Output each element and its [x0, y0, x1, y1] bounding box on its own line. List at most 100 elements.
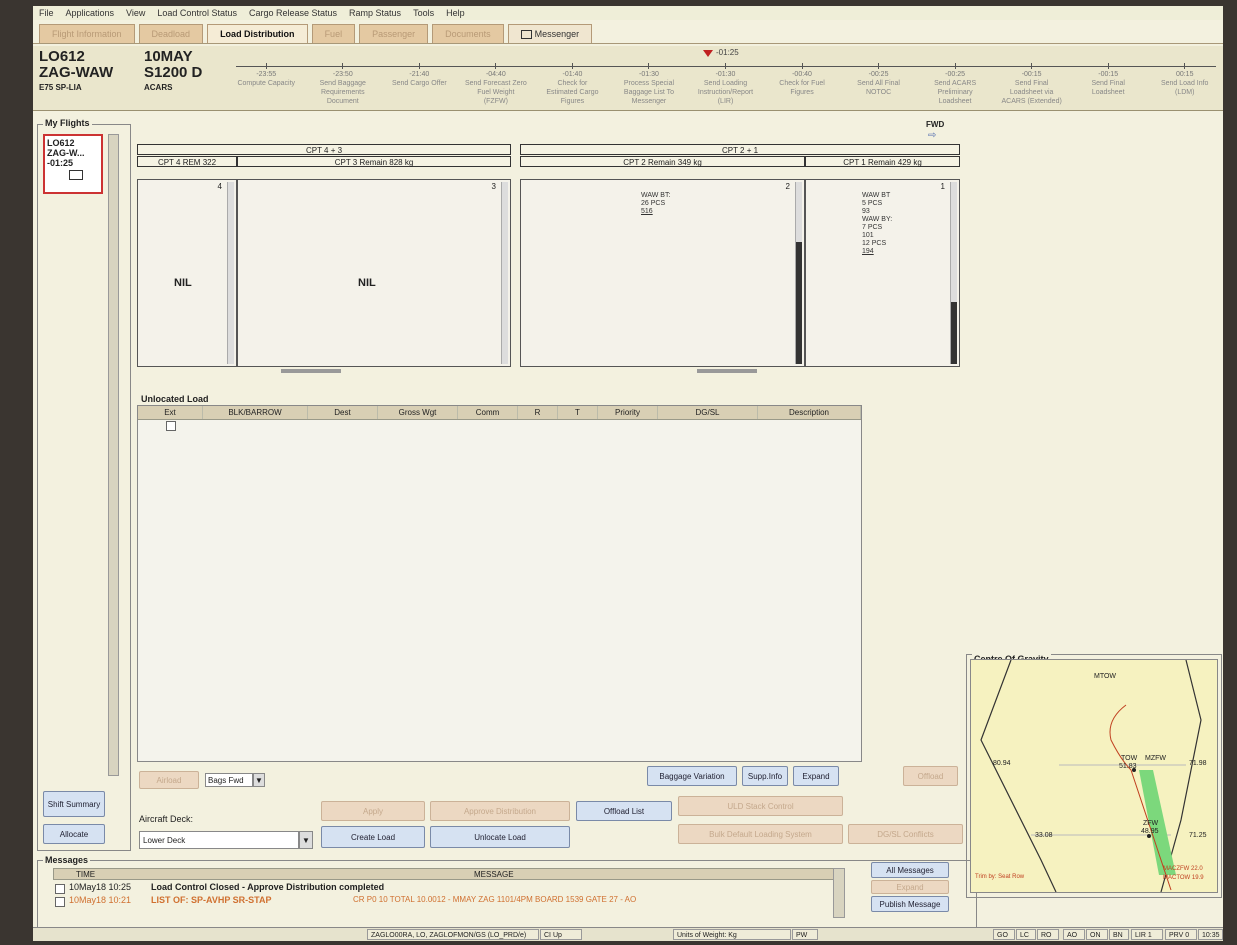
milestone-label: Compute Capacity — [237, 80, 296, 87]
messages-scrollbar[interactable] — [833, 868, 845, 918]
timeline-milestone[interactable]: -00:25 Send All Final NOTOC — [848, 63, 910, 97]
dg-conflicts-button[interactable]: DG/SL Conflicts — [848, 824, 963, 844]
column-header[interactable]: BLK/BARROW — [203, 406, 308, 419]
menu-ramp-status[interactable]: Ramp Status — [349, 8, 401, 18]
fwd-hscroll[interactable] — [697, 369, 757, 373]
hold-3-scrollbar[interactable] — [501, 182, 508, 364]
timeline-milestone[interactable]: -01:40 Check for Estimated Cargo Figures — [541, 63, 603, 106]
menu-file[interactable]: File — [39, 8, 54, 18]
table-row[interactable] — [138, 420, 861, 432]
offload-list-button[interactable]: Offload List — [576, 801, 672, 821]
messages-title: Messages — [43, 855, 91, 865]
menu-help[interactable]: Help — [446, 8, 465, 18]
tab-documents[interactable]: Documents — [432, 24, 504, 43]
hold-2-scrollbar[interactable] — [795, 182, 802, 364]
hold-3[interactable]: 3 NIL — [237, 179, 511, 367]
menu-view[interactable]: View — [126, 8, 145, 18]
airload-button[interactable]: Airload — [139, 771, 199, 789]
hold-1[interactable]: 1 WAW BT 5 PCS 93 WAW BY: 7 PCS 101 12 P… — [805, 179, 960, 367]
allocate-button[interactable]: Allocate — [43, 824, 105, 844]
offload-button[interactable]: Offload — [903, 766, 958, 786]
timeline-milestone[interactable]: -00:15 Send Final Loadsheet — [1077, 63, 1139, 97]
tab-messenger[interactable]: Messenger — [507, 24, 593, 43]
create-load-button[interactable]: Create Load — [321, 826, 425, 848]
column-header[interactable]: Dest — [308, 406, 378, 419]
milestone-label: Send ACARS Preliminary Loadsheet — [934, 80, 977, 105]
deck-select[interactable]: Lower Deck — [139, 831, 299, 849]
supp-info-button[interactable]: Supp.Info — [742, 766, 788, 786]
all-messages-button[interactable]: All Messages — [871, 862, 949, 878]
cpt2-header: CPT 2 Remain 349 kg — [520, 156, 805, 167]
tab-load-distribution[interactable]: Load Distribution — [207, 24, 308, 43]
shift-summary-button[interactable]: Shift Summary — [43, 791, 105, 817]
flight-card-number: LO612 — [47, 138, 75, 148]
menu-load-control-status[interactable]: Load Control Status — [157, 8, 237, 18]
milestone-time: -00:25 — [868, 71, 889, 78]
baggage-variation-button[interactable]: Baggage Variation — [647, 766, 737, 786]
tab-flight-information[interactable]: Flight Information — [39, 24, 135, 43]
column-header[interactable]: Priority — [598, 406, 658, 419]
expand-button[interactable]: Expand — [793, 766, 839, 786]
tab-deadload[interactable]: Deadload — [138, 24, 204, 43]
message-checkbox[interactable] — [55, 884, 65, 894]
cog-chart: MTOW TOW 51.83 MZFW ZFW 48.95 80.94 33.0… — [970, 659, 1218, 893]
current-time-marker-icon — [703, 50, 713, 57]
bags-select[interactable]: Bags Fwd — [205, 773, 253, 787]
chevron-down-icon[interactable]: ▼ — [299, 831, 313, 849]
menu-tools[interactable]: Tools — [413, 8, 434, 18]
approve-distribution-button[interactable]: Approve Distribution — [430, 801, 570, 821]
column-header[interactable]: T — [558, 406, 598, 419]
timeline-milestone[interactable]: -01:30 Send Loading Instruction/Report (L… — [695, 63, 757, 106]
tab-messenger-label: Messenger — [534, 29, 580, 39]
column-header[interactable]: Comm — [458, 406, 518, 419]
unlocate-load-button[interactable]: Unlocate Load — [430, 826, 570, 848]
uld-stack-control-button[interactable]: ULD Stack Control — [678, 796, 843, 816]
messages-expand-button[interactable]: Expand — [871, 880, 949, 894]
bulk-loading-button[interactable]: Bulk Default Loading System — [678, 824, 843, 844]
column-header[interactable]: R — [518, 406, 558, 419]
menu-cargo-release-status[interactable]: Cargo Release Status — [249, 8, 337, 18]
milestone-time: -01:30 — [639, 71, 659, 78]
aft-hscroll[interactable] — [281, 369, 341, 373]
unlocated-table: Ext BLK/BARROW Dest Gross Wgt Comm R T Priority… — [137, 405, 862, 762]
hold-4[interactable]: 4 NIL — [137, 179, 237, 367]
messenger-icon — [520, 29, 532, 39]
timeline-milestone[interactable]: 00:15 Send Load Info (LDM) — [1154, 63, 1216, 97]
timeline-milestone[interactable]: -23:55 Compute Capacity — [235, 63, 297, 88]
hold-2[interactable]: 2 WAW BT: 26 PCS 516 — [520, 179, 805, 367]
flight-card[interactable]: LO612 ZAG-W... -01:25 — [43, 134, 103, 194]
timeline-milestone[interactable]: -00:15 Send Final Loadsheet via ACARS (Ex… — [1001, 63, 1063, 106]
timeline-milestone[interactable]: -01:30 Process Special Baggage List To Me… — [618, 63, 680, 106]
message-time: 10May18 10:25 — [69, 882, 132, 892]
hold-1-line[interactable]: 194 — [862, 248, 892, 256]
column-header[interactable]: Gross Wgt — [378, 406, 458, 419]
milestone-label: Send Load Info (LDM) — [1160, 80, 1209, 96]
hold-1-scrollbar[interactable] — [950, 182, 957, 364]
flight-card-time: -01:25 — [47, 158, 74, 168]
my-flights-scrollbar[interactable] — [108, 134, 119, 776]
menu-applications[interactable]: Applications — [66, 8, 115, 18]
timeline-milestone[interactable]: -00:40 Check for Fuel Figures — [771, 63, 833, 97]
messages-header: TIME MESSAGE — [53, 868, 843, 880]
apply-button[interactable]: Apply — [321, 801, 425, 821]
app-window: File Applications View Load Control Stat… — [33, 6, 1223, 941]
column-header[interactable]: Ext — [138, 406, 203, 419]
timeline-milestone[interactable]: -23:50 Send Baggage Requirements Document — [312, 63, 374, 106]
list-item[interactable]: 10May18 10:21 LIST OF: SP-AVHP SR-STAP C… — [53, 895, 843, 907]
hold-2-line[interactable]: 516 — [641, 208, 670, 216]
timeline-milestone[interactable]: -00:25 Send ACARS Preliminary Loadsheet — [924, 63, 986, 106]
publish-message-button[interactable]: Publish Message — [871, 896, 949, 912]
timeline-milestone[interactable]: -04:40 Send Forecast Zero Fuel Weight (FZ… — [465, 63, 527, 106]
timeline-milestone[interactable]: -21:40 Send Cargo Offer — [388, 63, 450, 88]
message-checkbox[interactable] — [55, 897, 65, 907]
milestone-label: Send Cargo Offer — [391, 80, 447, 87]
ext-checkbox[interactable] — [165, 421, 176, 431]
column-header[interactable]: Description — [758, 406, 861, 419]
list-item[interactable]: 10May18 10:25 Load Control Closed - Appr… — [53, 882, 843, 894]
hold-4-scrollbar[interactable] — [227, 182, 234, 364]
tab-fuel[interactable]: Fuel — [311, 24, 356, 43]
column-header[interactable]: DG/SL — [658, 406, 758, 419]
chevron-down-icon[interactable]: ▼ — [253, 773, 265, 787]
status-on: ON — [1086, 929, 1108, 940]
tab-passenger[interactable]: Passenger — [359, 24, 429, 43]
